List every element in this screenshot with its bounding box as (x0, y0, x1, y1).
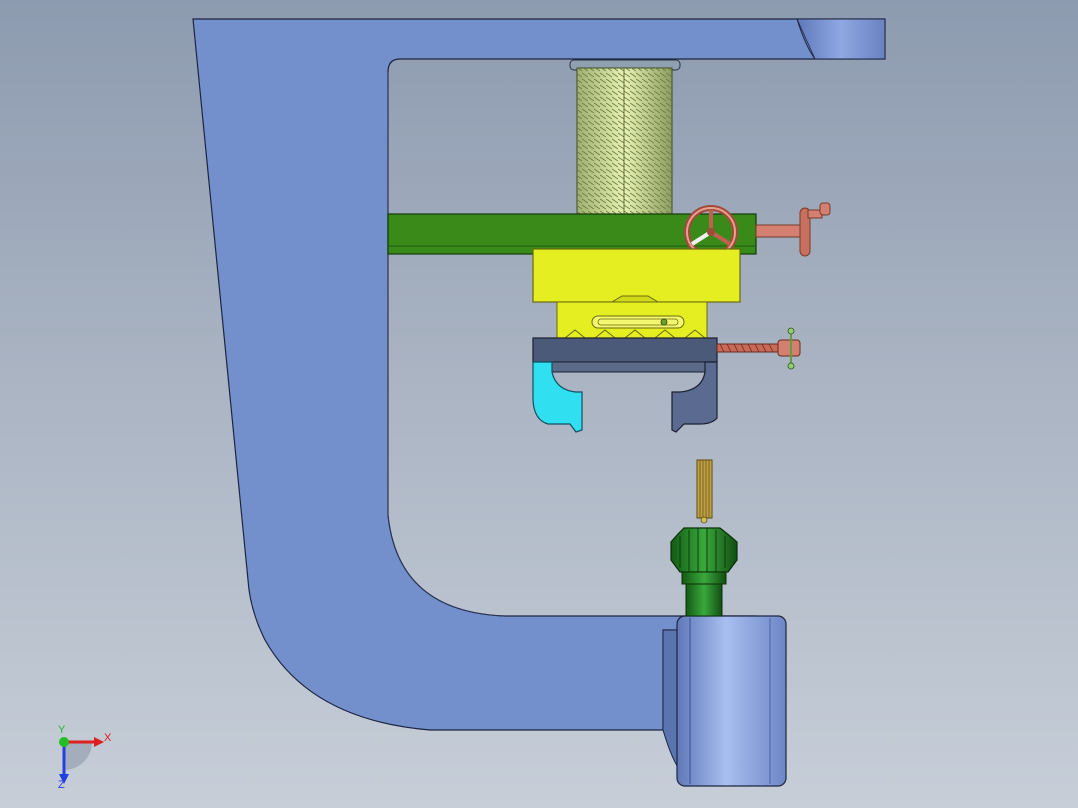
coordinate-triad: X Y Z (48, 724, 118, 794)
tool-shank[interactable] (685, 583, 723, 617)
x-axis-label: X (104, 732, 112, 744)
clamp-head[interactable] (532, 337, 718, 363)
brush-tip (700, 516, 708, 524)
slide-block[interactable] (532, 248, 741, 303)
y-axis-label: Y (58, 724, 66, 736)
clamp-screw[interactable] (716, 327, 801, 370)
brush-bristles (697, 460, 712, 518)
z-axis-label: Z (58, 779, 65, 791)
tool-chuck[interactable] (670, 527, 738, 573)
machine-assembly-view (192, 18, 886, 787)
adjustment-slot (591, 315, 685, 329)
tool-collar (681, 571, 727, 585)
cross-rail[interactable] (387, 213, 757, 255)
frame-inner-contour (387, 72, 506, 617)
clamp-head-lower (551, 361, 711, 373)
handwheel-side[interactable] (755, 202, 831, 257)
cad-viewport[interactable]: X Y Z (0, 0, 1078, 808)
